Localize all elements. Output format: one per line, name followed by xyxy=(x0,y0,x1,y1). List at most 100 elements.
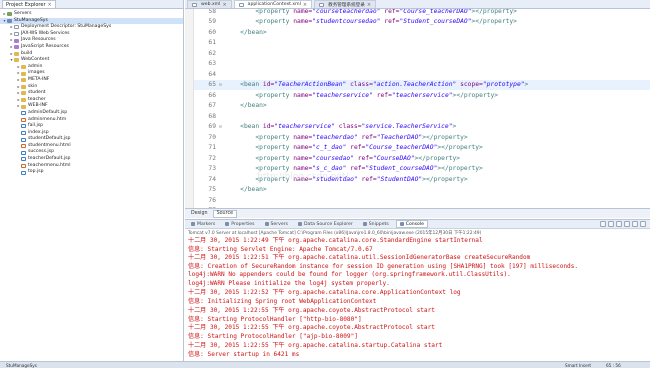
bottom-view-tab-label: Data Source Explorer xyxy=(303,221,353,227)
tree-item[interactable]: ▸ images xyxy=(0,70,183,77)
bottom-view-tab[interactable]: Markers xyxy=(188,220,218,228)
code-token: "teacherservice" xyxy=(312,91,373,99)
code-token: ref= xyxy=(384,18,400,26)
clear-console-icon[interactable] xyxy=(616,221,622,227)
jsp-icon xyxy=(21,111,26,116)
code-token: </bean> xyxy=(240,28,267,36)
editor-tab[interactable]: applicationContext.xml × xyxy=(233,0,313,8)
code-line[interactable]: 62 xyxy=(194,48,650,59)
folder-icon xyxy=(21,104,26,109)
terminate-icon[interactable] xyxy=(600,221,606,227)
code-token: "Student_courseDAO" xyxy=(365,165,438,173)
file-icon xyxy=(14,32,19,37)
console-line: log4j:WARN No appenders could be found f… xyxy=(188,270,511,278)
editor-tab[interactable]: 教务管理系统登录 × xyxy=(314,0,377,8)
tab-project-explorer[interactable]: Project Explorer × xyxy=(2,0,56,8)
tree-item[interactable]: fail.jsp xyxy=(0,123,183,130)
tree-item[interactable]: ▸ Java Resources xyxy=(0,37,183,44)
tab-design[interactable]: Design xyxy=(188,210,211,218)
code-line[interactable]: 70 <property name="teacherdao" ref="Teac… xyxy=(194,132,650,143)
code-line[interactable]: 60 </bean> xyxy=(194,27,650,38)
console-line: 信息: Server startup in 6421 ms xyxy=(188,350,300,358)
close-icon[interactable]: × xyxy=(222,2,226,8)
code-line[interactable]: 64 xyxy=(194,69,650,80)
tree-item[interactable]: ▸ WEB-INF xyxy=(0,103,183,110)
tab-source[interactable]: Source xyxy=(212,209,238,218)
console-line: 十二月 30, 2015 1:22:52 下午 org.apache.catal… xyxy=(188,289,461,297)
tree-item[interactable]: ▾ WebContent xyxy=(0,57,183,64)
folder-icon xyxy=(21,91,26,96)
code-line[interactable]: 75 </bean> xyxy=(194,185,650,196)
folder-icon xyxy=(21,71,26,76)
remove-launch-icon[interactable] xyxy=(608,221,614,227)
tree-item[interactable]: studentDefault.jsp xyxy=(0,136,183,143)
code-line[interactable]: 72 <property name="coursedao" ref="Cours… xyxy=(194,153,650,164)
tree-item[interactable]: top.jsp xyxy=(0,169,183,176)
tree-item[interactable]: ▸ student xyxy=(0,90,183,97)
bottom-view-tab[interactable]: Console xyxy=(395,220,428,228)
explorer-tabbar: Project Explorer × xyxy=(0,0,183,9)
close-icon[interactable]: × xyxy=(48,2,52,8)
tree-item[interactable]: ▸ Servers xyxy=(0,11,183,18)
code-token: id= xyxy=(262,123,275,131)
code-line[interactable]: 59 <property name="studentcoursedao" ref… xyxy=(194,17,650,28)
code-token: "Course_teacherDAO" xyxy=(399,9,472,15)
xml-editor[interactable]: 58 <property name="courseteacherdao" ref… xyxy=(185,9,650,208)
code-line[interactable]: 66 <property name="teacherservice" ref="… xyxy=(194,90,650,101)
tree-item-label: fail.jsp xyxy=(28,123,44,129)
close-icon[interactable]: × xyxy=(303,2,307,8)
status-bar: StuManageSys Smart Insert 65 : 56 xyxy=(0,361,650,368)
bottom-view-tab[interactable]: Data Source Explorer xyxy=(295,220,356,228)
code-line[interactable]: 68 xyxy=(194,111,650,122)
pin-console-icon[interactable] xyxy=(632,221,638,227)
folder-icon xyxy=(21,65,26,70)
code-line[interactable]: 65 ⊖ <bean id="TeacherActionBean" class="… xyxy=(194,79,650,90)
code-line[interactable]: 58 <property name="courseteacherdao" ref… xyxy=(194,9,650,17)
file-icon xyxy=(319,2,325,7)
tree-item[interactable]: adminDefault.jsp xyxy=(0,110,183,117)
status-cursor-position: 65 : 56 xyxy=(606,362,621,368)
code-line[interactable]: 76 xyxy=(194,195,650,206)
tree-item[interactable]: ▸ META-INF xyxy=(0,77,183,84)
html-icon xyxy=(21,163,26,168)
tree-item[interactable]: ▸ Deployment Descriptor: StuManageSys xyxy=(0,24,183,31)
bottom-view-tab[interactable]: Servers xyxy=(262,220,291,228)
console-line: 信息: Starting Servlet Engine: Apache Tomc… xyxy=(188,245,373,253)
html-icon xyxy=(21,144,26,149)
tree-item-label: WebContent xyxy=(21,57,50,63)
tree-item[interactable]: teacherDefault.jsp xyxy=(0,156,183,163)
display-console-icon[interactable] xyxy=(640,221,646,227)
code-token: "teacherdao" xyxy=(312,133,358,141)
code-line[interactable]: 71 <property name="c_t_dao" ref="Course_… xyxy=(194,143,650,154)
tree-item-label: Java Resources xyxy=(21,37,56,43)
tree-item[interactable]: ▸ JavaScript Resources xyxy=(0,44,183,51)
tree-item-label: JavaScript Resources xyxy=(21,43,69,49)
code-text: <bean id="teacherservice" class="service… xyxy=(225,123,456,130)
code-line[interactable]: 69 ⊖ <bean id="teacherservice" class="ser… xyxy=(194,122,650,133)
scroll-lock-icon[interactable] xyxy=(624,221,630,227)
code-line[interactable]: 67 </bean> xyxy=(194,101,650,112)
code-token: name= xyxy=(293,18,313,26)
code-line[interactable]: 61 xyxy=(194,38,650,49)
console-line: 信息: Starting ProtocolHandler ["http-bio-… xyxy=(188,315,362,323)
close-icon[interactable]: × xyxy=(367,2,371,8)
line-number: 74 xyxy=(208,175,216,183)
code-token: ></property> xyxy=(414,154,461,162)
editor-tab[interactable]: web.xml × xyxy=(187,0,232,8)
code-text: <property name="studentcoursedao" ref="S… xyxy=(225,18,517,25)
code-token: "CourseDAO" xyxy=(372,154,415,162)
jsp-icon xyxy=(21,150,26,155)
code-token: ></property> xyxy=(471,9,517,15)
bottom-view-tab[interactable]: Properties xyxy=(222,220,257,228)
console-output[interactable]: 十二月 30, 2015 1:22:49 下午 org.apache.catal… xyxy=(185,237,650,361)
code-token: <property xyxy=(255,9,294,15)
code-token: scope= xyxy=(460,81,483,89)
code-token: "studentcoursedao" xyxy=(312,18,381,26)
bottom-view-tab[interactable]: Snippets xyxy=(360,220,392,228)
code-line[interactable]: 63 xyxy=(194,59,650,70)
